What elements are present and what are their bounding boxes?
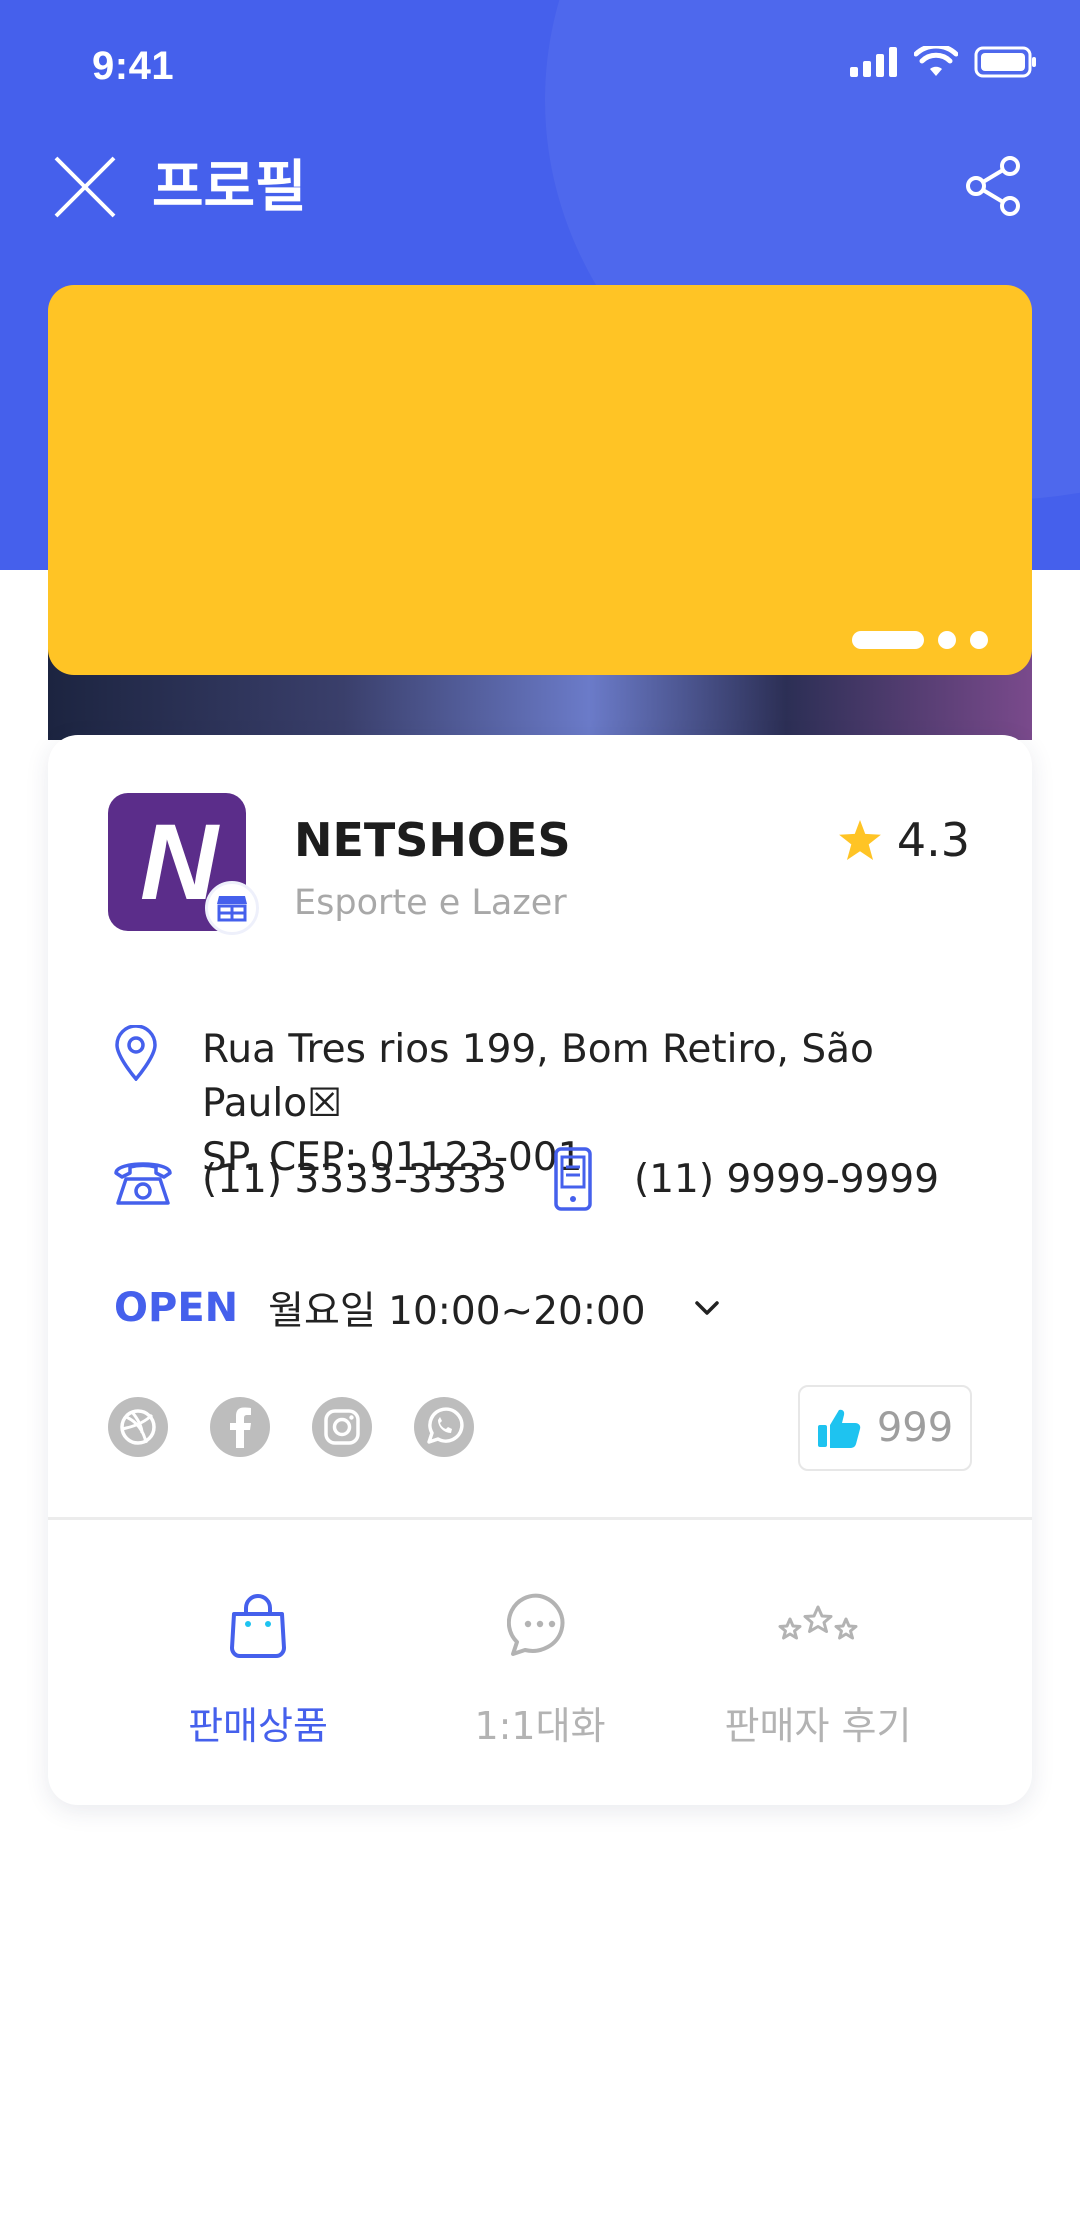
status-icons [850,46,1038,78]
location-pin-icon [113,1024,159,1085]
hours-text: 월요일 10:00~20:00 [268,1289,646,1334]
status-time: 9:41 [92,44,175,88]
close-icon [54,156,116,218]
page-title: 프로필 [152,155,307,220]
instagram-icon[interactable] [312,1397,372,1457]
share-icon [966,156,1020,216]
tab-products[interactable]: 판매상품 [118,1585,398,1750]
store-category: Esporte e Lazer [294,883,567,923]
storefront-icon [217,896,247,922]
profile-tabs: 판매상품 1:1대화 판매자 후기 [48,1585,1032,1748]
store-name: NETSHOES [294,813,571,867]
tab-products-label: 판매상품 [188,1704,328,1748]
share-button[interactable] [958,150,1030,222]
opening-hours[interactable]: OPEN 월요일 10:00~20:00 [114,1280,720,1336]
chat-icon [507,1593,565,1656]
like-count: 999 [876,1405,954,1451]
close-button[interactable] [50,152,120,222]
promo-banner[interactable] [48,285,1032,675]
star-icon [838,820,881,860]
dribbble-icon[interactable] [108,1397,168,1457]
status-bar: 9:41 [0,0,1080,130]
tab-chat-label: 1:1대화 [474,1704,606,1748]
whatsapp-icon[interactable] [414,1397,474,1457]
signal-icon [850,47,897,77]
battery-icon [974,46,1036,78]
tab-chat[interactable]: 1:1대화 [400,1585,680,1750]
store-logo-letter: N [140,801,218,922]
pager-dot-active[interactable] [852,631,924,649]
shopping-bag-icon [230,1594,286,1658]
store-profile-card: N NETSHOES Esporte e Lazer 4.3 Rua Tres … [48,735,1032,1805]
store-badge [205,881,259,935]
card-divider [48,1517,1032,1520]
pager-dot[interactable] [938,631,956,649]
mobile-phone-icon [552,1147,594,1215]
store-rating: 4.3 [838,813,970,867]
stars-icon [778,1605,858,1640]
store-phone[interactable]: (11) 3333-3333 [202,1157,507,1202]
wifi-icon [914,46,958,76]
rating-value: 4.3 [896,813,970,867]
address-line-1: Rua Tres rios 199, Bom Retiro, São Paulo… [202,1027,874,1126]
top-app-bar: 프로필 [0,140,1080,250]
open-status: OPEN [114,1285,239,1331]
tab-reviews[interactable]: 판매자 후기 [678,1585,958,1750]
store-mobile[interactable]: (11) 9999-9999 [634,1157,939,1202]
banner-pager [852,631,988,649]
social-links [108,1397,474,1457]
pager-dot[interactable] [970,631,988,649]
tab-reviews-label: 판매자 후기 [724,1704,912,1748]
thumbs-up-icon [817,1409,861,1448]
facebook-icon[interactable] [210,1397,270,1457]
telephone-icon [112,1155,174,1211]
like-button[interactable]: 999 [798,1385,972,1471]
chevron-down-icon[interactable] [694,1300,720,1316]
